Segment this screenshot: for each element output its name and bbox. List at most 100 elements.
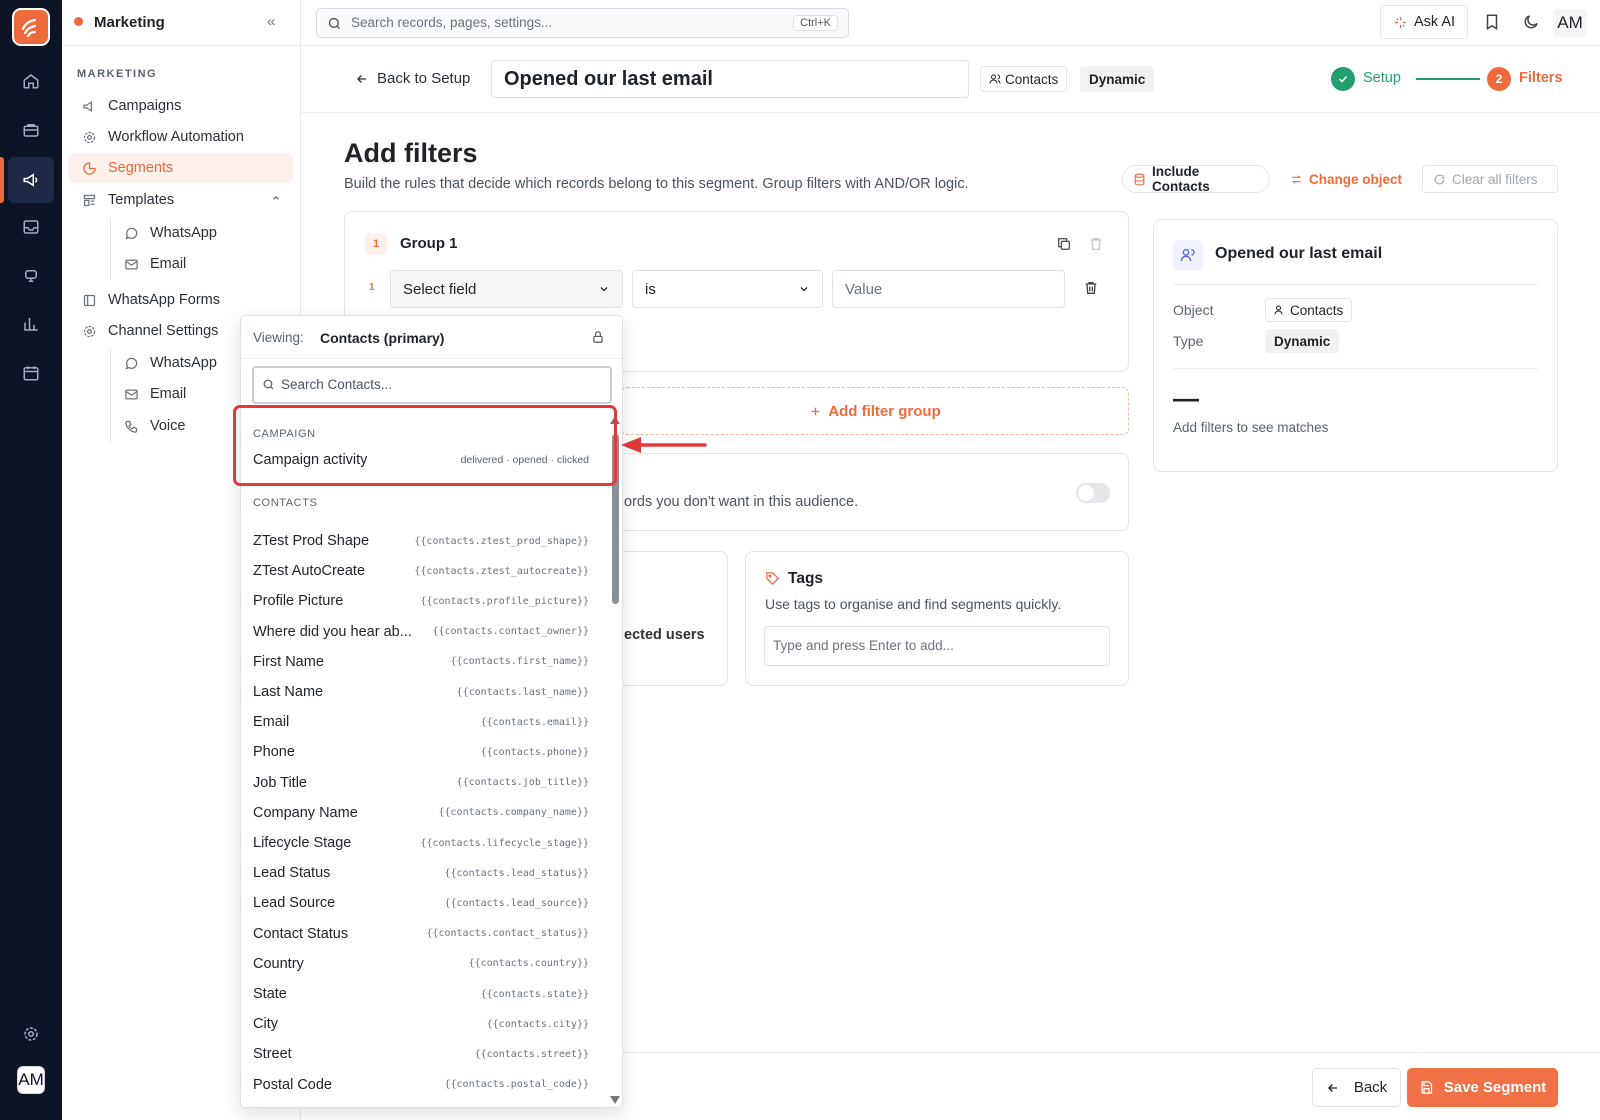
sidebar-item-campaigns[interactable]: Campaigns (68, 91, 293, 121)
moon-icon[interactable] (1522, 12, 1540, 32)
app-logo-icon[interactable] (12, 8, 50, 46)
contact-field-option[interactable]: State {{contacts.state}} (241, 979, 601, 1009)
bot-icon[interactable] (17, 262, 45, 290)
clear-all-filters-button[interactable]: Clear all filters (1422, 165, 1558, 193)
sidebar-item-whatsapp-forms[interactable]: WhatsApp Forms (68, 285, 293, 315)
sidebar-item-label: Email (150, 256, 187, 272)
divider (1173, 368, 1538, 369)
bookmark-icon[interactable] (1483, 12, 1501, 32)
contact-field-option[interactable]: ZTest AutoCreate {{contacts.ztest_autocre… (241, 556, 601, 586)
contact-field-option[interactable]: Profile Picture {{contacts.profile_pictur… (241, 586, 601, 616)
contact-field-option[interactable]: Postal Code {{contacts.postal_code}} (241, 1070, 601, 1100)
contact-field-option[interactable]: Street {{contacts.street}} (241, 1039, 601, 1069)
contact-field-option[interactable]: Country {{contacts.country}} (241, 949, 601, 979)
option-label: Profile Picture (253, 593, 344, 610)
change-object-button[interactable]: Change object (1280, 165, 1412, 193)
chevron-down-icon (598, 283, 610, 295)
contact-field-option[interactable]: Lead Status {{contacts.lead_status}} (241, 858, 601, 888)
dropdown-header: Viewing: Contacts (primary) (241, 316, 622, 359)
option-label: Contact Status (253, 925, 349, 942)
exclude-description: ords you don't want in this audience. (624, 494, 859, 510)
ask-ai-button[interactable]: Ask AI (1380, 5, 1468, 39)
step-filters[interactable]: Filters (1519, 70, 1563, 86)
briefcase-icon[interactable] (17, 116, 45, 144)
save-segment-button[interactable]: Save Segment (1407, 1068, 1558, 1107)
option-token: {{contacts.contact_status}} (426, 928, 589, 940)
collapse-sidebar-icon[interactable]: « (267, 13, 275, 30)
contact-field-option[interactable]: Email {{contacts.email}} (241, 707, 601, 737)
step-complete-check-icon (1331, 67, 1355, 91)
arrow-left-icon (355, 72, 369, 86)
delete-row-icon[interactable] (1083, 280, 1099, 296)
duplicate-icon[interactable] (1056, 236, 1072, 252)
back-to-setup-link[interactable]: Back to Setup (355, 70, 470, 87)
group-title: Group 1 (400, 235, 458, 252)
contact-field-option[interactable]: First Name {{contacts.first_name}} (241, 647, 601, 677)
global-search-input[interactable]: Search records, pages, settings... Ctrl+… (316, 8, 849, 38)
top-user-avatar[interactable]: AM (1553, 9, 1587, 37)
sidebar-item-workflow[interactable]: Workflow Automation (68, 122, 293, 152)
back-button[interactable]: Back (1312, 1068, 1401, 1107)
contact-field-option[interactable]: Lifecycle Stage {{contacts.lifecycle_stag… (241, 828, 601, 858)
sidebar-item-templates[interactable]: Templates (68, 185, 293, 215)
sidebar-item-label: Campaigns (108, 98, 182, 114)
sparkle-icon (1393, 15, 1408, 30)
sidebar-header: Marketing « (62, 0, 301, 46)
operator-select[interactable]: is (632, 270, 823, 308)
back-label: Back to Setup (377, 70, 471, 87)
bar-chart-icon[interactable] (17, 310, 45, 338)
settings-icon[interactable] (17, 1020, 45, 1048)
contact-field-option[interactable]: Company Name {{contacts.company_name}} (241, 798, 601, 828)
value-input[interactable]: Value (832, 270, 1065, 308)
plus-icon (809, 405, 822, 418)
dropdown-search-input[interactable]: Search Contacts... (252, 366, 612, 404)
segment-name-input[interactable]: Opened our last email (491, 60, 969, 98)
home-icon[interactable] (17, 67, 45, 95)
sidebar-item-templates-email[interactable]: Email (110, 249, 290, 279)
chevron-up-icon[interactable] (271, 193, 281, 203)
sidebar-item-templates-whatsapp[interactable]: WhatsApp (110, 218, 290, 248)
exclude-toggle[interactable] (1076, 483, 1110, 503)
option-token: {{contacts.city}} (486, 1018, 589, 1030)
option-label: ZTest AutoCreate (253, 563, 366, 580)
pie-chart-icon (80, 159, 98, 177)
add-filter-group-button[interactable]: Add filter group (621, 387, 1129, 435)
contact-field-option[interactable]: Where did you hear ab... {{contacts.conta… (241, 617, 601, 647)
step-setup[interactable]: Setup (1363, 70, 1401, 86)
search-icon (327, 16, 342, 31)
sidebar-section-label: MARKETING (77, 68, 158, 80)
sidebar-item-segments[interactable]: Segments (68, 153, 293, 183)
delete-group-icon[interactable] (1088, 236, 1104, 252)
calendar-icon[interactable] (17, 359, 45, 387)
contact-field-option[interactable]: Contact Status {{contacts.contact_status}… (241, 919, 601, 949)
tag-icon (765, 571, 780, 586)
workspace-dot-icon (74, 17, 83, 26)
sidebar-item-label: Email (150, 386, 187, 402)
contact-field-option[interactable]: City {{contacts.city}} (241, 1009, 601, 1039)
refresh-icon (1433, 173, 1446, 186)
page-title: Add filters (344, 138, 478, 168)
inbox-icon[interactable] (17, 213, 45, 241)
contact-field-option[interactable]: Job Title {{contacts.job_title}} (241, 768, 601, 798)
tags-input[interactable]: Type and press Enter to add... (764, 626, 1110, 666)
sidebar-item-label: Workflow Automation (108, 129, 244, 145)
contact-field-option[interactable]: ZTest Prod Shape {{contacts.ztest_prod_sh… (241, 526, 601, 556)
user-avatar[interactable]: AM (17, 1066, 45, 1094)
workspace-title: Marketing (94, 14, 165, 31)
option-label: City (253, 1016, 278, 1033)
megaphone-icon[interactable] (8, 157, 54, 203)
contact-field-option[interactable]: Lead Source {{contacts.lead_source}} (241, 888, 601, 918)
option-token: {{contacts.country}} (468, 958, 589, 970)
option-token: {{contacts.postal_code}} (444, 1079, 590, 1091)
contact-field-option[interactable]: Phone {{contacts.phone}} (241, 737, 601, 767)
search-placeholder: Search records, pages, settings... (351, 15, 553, 30)
field-select[interactable]: Select field (390, 270, 623, 308)
summary-object-value: Contacts (1290, 302, 1344, 318)
contact-field-option[interactable]: Last Name {{contacts.last_name}} (241, 677, 601, 707)
include-contacts-button[interactable]: Include Contacts (1122, 164, 1270, 194)
summary-object-chip: Contacts (1265, 298, 1353, 322)
lock-icon (591, 330, 605, 344)
whatsapp-icon (122, 224, 140, 242)
scroll-down-icon[interactable] (610, 1096, 620, 1104)
option-label: ZTest Prod Shape (253, 533, 370, 549)
